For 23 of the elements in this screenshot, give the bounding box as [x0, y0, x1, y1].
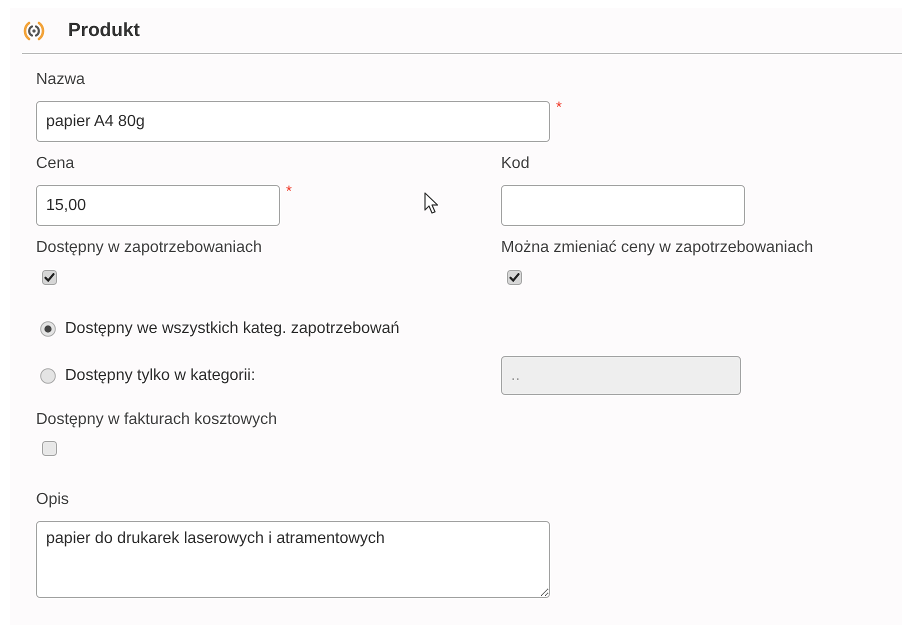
- field-label: Cena: [36, 154, 74, 174]
- checkbox[interactable]: [42, 270, 57, 285]
- code-input[interactable]: [501, 185, 745, 226]
- cursor-icon: [424, 192, 440, 216]
- price-input[interactable]: 15,00: [36, 185, 280, 226]
- radio-option[interactable]: Dostępny we wszystkich kateg. zapotrzebowań: [36, 317, 501, 341]
- checkbox-label: Dostępny w zapotrzebowaniach: [36, 238, 262, 258]
- radio-option[interactable]: Dostępny tylko w kategorii:: [36, 364, 501, 388]
- checkbox[interactable]: [507, 270, 522, 285]
- logo-icon: [22, 20, 46, 42]
- checkbox-label: Dostępny w fakturach kosztowych: [36, 410, 277, 430]
- required-mark: *: [286, 185, 292, 199]
- field-label: Opis: [36, 490, 69, 510]
- name-input[interactable]: papier A4 80g: [36, 101, 550, 142]
- required-mark: *: [556, 101, 562, 115]
- checkbox-label: Można zmieniać ceny w zapotrzebowaniach: [501, 238, 814, 258]
- field-label: Nazwa: [36, 70, 85, 90]
- field-label: Kod: [501, 154, 530, 174]
- panel-title: Produkt: [68, 20, 140, 42]
- checkbox[interactable]: [42, 441, 57, 456]
- description-textarea[interactable]: papier do drukarek laserowych i atramentowych: [36, 521, 550, 598]
- radio-button[interactable]: [40, 321, 56, 337]
- radio-button[interactable]: [40, 368, 56, 384]
